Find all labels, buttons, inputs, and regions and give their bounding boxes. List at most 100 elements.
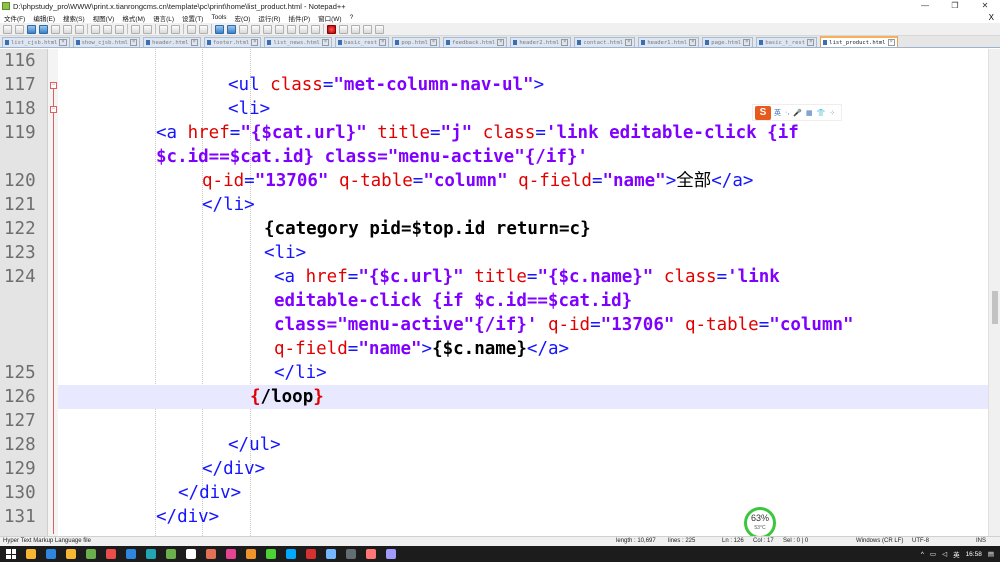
tab-close-icon[interactable]: ×	[251, 39, 259, 46]
taskbar-app-icon[interactable]	[126, 549, 136, 559]
taskbar-app-icon[interactable]	[286, 549, 296, 559]
windows-start-icon[interactable]	[6, 549, 16, 559]
menu-run[interactable]: 运行(R)	[258, 13, 280, 23]
sync-scroll-v-icon[interactable]	[215, 24, 224, 34]
taskbar-app-icon[interactable]	[166, 549, 176, 559]
ime-toolbar[interactable]: S 英 ·, 🎤 ▦ 👕 ⁘	[752, 104, 843, 121]
close-document-button[interactable]: X	[989, 12, 994, 23]
tab-pop[interactable]: pop.html ×	[392, 37, 441, 47]
code-editor[interactable]: − − 116 117 <ul class="met-column-nav-ul…	[0, 49, 1000, 536]
tab-close-icon[interactable]: ×	[429, 39, 438, 46]
taskbar-app-icon[interactable]	[206, 549, 216, 559]
minimize-button[interactable]: —	[910, 0, 940, 12]
tab-close-icon[interactable]: ×	[497, 39, 505, 46]
taskbar-app-icon[interactable]	[46, 549, 56, 559]
taskbar-app-icon[interactable]	[346, 549, 356, 559]
tab-list-news[interactable]: list_news.html ×	[264, 37, 333, 47]
menu-language[interactable]: 语言(L)	[153, 13, 174, 23]
menu-search[interactable]: 搜索(S)	[63, 13, 85, 23]
undo-icon[interactable]	[131, 24, 140, 34]
sogou-ime-icon[interactable]: S	[755, 105, 771, 120]
tab-feedback[interactable]: feedback.html ×	[443, 37, 508, 47]
tab-basic-rest[interactable]: basic_rest ×	[335, 37, 390, 47]
tab-footer[interactable]: footer.html ×	[203, 37, 262, 47]
open-file-icon[interactable]	[15, 24, 24, 34]
tab-show-cjsb[interactable]: show_cjsb.html ×	[72, 37, 141, 47]
tab-close-icon[interactable]: ×	[321, 39, 330, 46]
menu-window[interactable]: 窗口(W)	[318, 13, 341, 23]
menu-settings[interactable]: 设置(T)	[182, 13, 203, 23]
function-list-icon[interactable]	[287, 24, 296, 34]
tab-list-product[interactable]: list_product.html ×	[820, 36, 898, 47]
word-wrap-icon[interactable]	[239, 24, 248, 34]
record-macro-icon[interactable]	[327, 24, 336, 34]
scrollbar-thumb[interactable]	[992, 291, 998, 324]
menu-macro[interactable]: 宏(O)	[235, 13, 251, 23]
zoom-in-icon[interactable]	[187, 24, 196, 34]
find-icon[interactable]	[159, 24, 168, 34]
sync-scroll-h-icon[interactable]	[227, 24, 236, 34]
ime-language-toggle[interactable]: 英	[774, 108, 781, 118]
taskbar-app-icon[interactable]	[226, 549, 236, 559]
tab-close-icon[interactable]: ×	[190, 39, 198, 46]
tab-close-icon[interactable]: ×	[59, 39, 67, 46]
taskbar-app-icon[interactable]	[246, 549, 256, 559]
monitoring-icon[interactable]	[311, 24, 320, 34]
close-all-icon[interactable]	[63, 24, 72, 34]
tab-contact[interactable]: contact.html ×	[574, 37, 636, 47]
tab-header2[interactable]: header2.html ×	[510, 37, 572, 47]
clock[interactable]: 16:58	[966, 551, 982, 558]
tab-close-icon[interactable]: ×	[625, 39, 633, 46]
new-file-icon[interactable]	[3, 24, 12, 34]
play-macro-icon[interactable]	[351, 24, 360, 34]
taskbar-app-icon[interactable]	[26, 549, 36, 559]
tab-header1[interactable]: header1.html ×	[638, 37, 700, 47]
tab-close-icon[interactable]: ×	[129, 39, 138, 46]
show-all-chars-icon[interactable]	[251, 24, 260, 34]
save-icon[interactable]	[27, 24, 36, 34]
tab-page[interactable]: page.html ×	[702, 37, 754, 47]
tab-close-icon[interactable]: ×	[743, 39, 751, 46]
folder-workspace-icon[interactable]	[299, 24, 308, 34]
menu-tools[interactable]: Tools	[211, 14, 226, 21]
print-icon[interactable]	[75, 24, 84, 34]
taskbar-app-icon[interactable]	[106, 549, 116, 559]
stop-macro-icon[interactable]	[339, 24, 348, 34]
save-all-icon[interactable]	[39, 24, 48, 34]
taskbar-app-icon[interactable]	[326, 549, 336, 559]
tab-close-icon[interactable]: ×	[887, 39, 895, 46]
ime-skin-icon[interactable]: 👕	[817, 109, 826, 117]
taskbar-app-icon[interactable]	[146, 549, 156, 559]
tab-header[interactable]: header.html ×	[143, 37, 201, 47]
maximize-button[interactable]: ❐	[940, 0, 970, 12]
save-macro-icon[interactable]	[375, 24, 384, 34]
close-file-icon[interactable]	[51, 24, 60, 34]
run-macro-multiple-icon[interactable]	[363, 24, 372, 34]
ime-toolbox-icon[interactable]: ⁘	[829, 109, 835, 117]
menu-edit[interactable]: 编辑(E)	[33, 13, 55, 23]
menu-file[interactable]: 文件(F)	[4, 13, 25, 23]
taskbar-app-icon[interactable]	[86, 549, 96, 559]
zoom-out-icon[interactable]	[199, 24, 208, 34]
taskbar-app-icon[interactable]	[366, 549, 376, 559]
taskbar-app-icon[interactable]	[266, 549, 276, 559]
vertical-scrollbar[interactable]	[988, 49, 1000, 536]
ime-voice-icon[interactable]: 🎤	[793, 109, 802, 117]
tab-close-icon[interactable]: ×	[561, 39, 569, 46]
taskbar-app-icon[interactable]	[66, 549, 76, 559]
notification-icon[interactable]: ▤	[988, 550, 994, 558]
tray-expand-icon[interactable]: ^	[921, 551, 924, 558]
redo-icon[interactable]	[143, 24, 152, 34]
close-button[interactable]: ✕	[970, 0, 1000, 12]
tab-list-cjsb[interactable]: list_cjsb.html ×	[2, 37, 70, 47]
document-map-icon[interactable]	[275, 24, 284, 34]
network-icon[interactable]: ▭	[930, 550, 936, 558]
cut-icon[interactable]	[91, 24, 100, 34]
tab-close-icon[interactable]: ×	[807, 39, 815, 46]
ime-punctuation-icon[interactable]: ·,	[785, 109, 789, 116]
taskbar-app-icon[interactable]	[306, 549, 316, 559]
menu-format[interactable]: 格式(M)	[122, 13, 145, 23]
input-language-indicator[interactable]: 英	[953, 549, 960, 559]
menu-plugins[interactable]: 插件(P)	[288, 13, 310, 23]
menu-help[interactable]: ?	[350, 14, 354, 21]
